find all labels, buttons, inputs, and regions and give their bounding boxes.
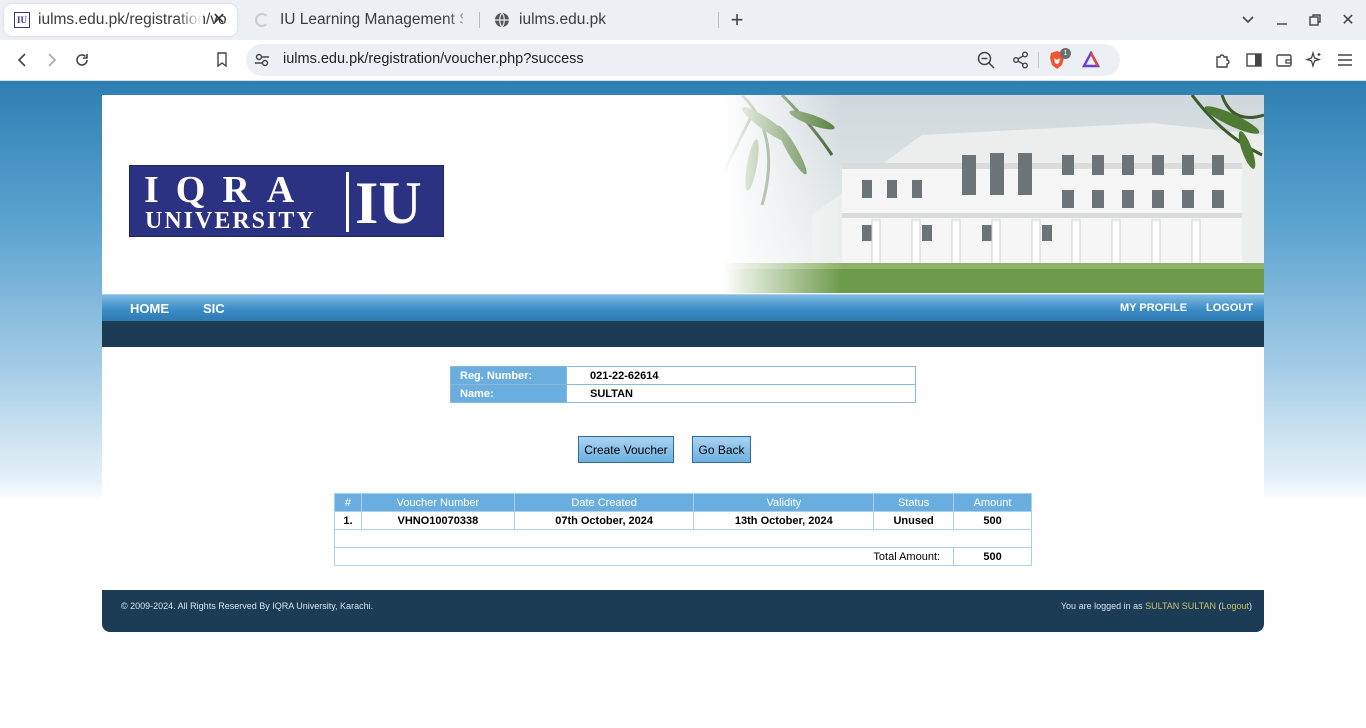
col-index: # — [334, 493, 362, 512]
extensions-icon[interactable] — [1214, 51, 1232, 69]
tab-fade — [447, 4, 473, 36]
nav-sic[interactable]: SIC — [203, 301, 225, 316]
iu-favicon-icon: IU — [14, 12, 30, 28]
logged-in-user-link[interactable]: SULTAN SULTAN — [1145, 601, 1216, 611]
back-icon[interactable] — [12, 50, 32, 70]
row-index: 1. — [334, 511, 362, 530]
close-window-icon[interactable]: ✕ — [1338, 10, 1358, 30]
row-status: Unused — [873, 511, 955, 530]
total-value: 500 — [953, 547, 1032, 566]
nav-my-profile[interactable]: MY PROFILE — [1120, 302, 1187, 314]
student-info-table: Reg. Number: 021-22-62614 Name: SULTAN — [450, 366, 916, 403]
footer-logout-link[interactable]: Logout — [1221, 601, 1249, 611]
spacer-row — [334, 529, 1032, 548]
col-voucher-number: Voucher Number — [360, 493, 515, 512]
col-validity: Validity — [693, 493, 875, 512]
row-validity: 13th October, 2024 — [693, 511, 875, 530]
tab-iulms[interactable]: iulms.edu.pk — [484, 4, 714, 36]
campus-building-image — [722, 95, 1264, 293]
bookmark-icon[interactable] — [212, 50, 232, 70]
nav-logout[interactable]: LOGOUT — [1206, 302, 1253, 314]
header-banner: IQRA UNIVERSITY IU — [102, 95, 1264, 293]
go-back-button[interactable]: Go Back — [692, 436, 751, 463]
tab-title: iulms.edu.pk — [519, 11, 607, 28]
reg-number-row: Reg. Number: 021-22-62614 — [450, 366, 916, 385]
site-settings-icon[interactable] — [254, 52, 270, 68]
tab-voucher[interactable]: IU iulms.edu.pk/registration/voucher.php… — [4, 4, 237, 36]
reg-number-value: 021-22-62614 — [566, 366, 916, 385]
forward-icon[interactable] — [42, 50, 62, 70]
tab-separator — [718, 12, 719, 28]
voucher-table: # Voucher Number Date Created Validity S… — [333, 493, 1032, 566]
menu-icon[interactable] — [1336, 51, 1354, 69]
logo-university-text: UNIVERSITY — [145, 208, 316, 234]
zoom-out-icon[interactable] — [977, 51, 995, 69]
login-status: You are logged in as SULTAN SULTAN (Logo… — [1061, 601, 1252, 611]
total-label: Total Amount: — [333, 547, 955, 566]
tab-search-chevron-icon[interactable] — [1238, 10, 1258, 30]
address-bar[interactable]: iulms.edu.pk/registration/voucher.php?su… — [246, 44, 1120, 76]
paren-close: ) — [1249, 601, 1252, 611]
table-row: 1. VHNO10070338 07th October, 2024 13th … — [334, 511, 1032, 530]
nav-home[interactable]: HOME — [130, 301, 169, 316]
loading-spinner-icon — [255, 13, 269, 27]
tab-lms[interactable]: IU Learning Management System — [245, 4, 473, 36]
name-row: Name: SULTAN — [450, 384, 916, 403]
page-background: IQRA UNIVERSITY IU HOME SIC MY PROFILE L… — [0, 81, 1366, 728]
main-container: IQRA UNIVERSITY IU HOME SIC MY PROFILE L… — [102, 95, 1264, 632]
wallet-icon[interactable] — [1275, 51, 1293, 69]
col-status: Status — [873, 493, 955, 512]
logo-iu-mark: IU — [346, 172, 438, 234]
create-voucher-button[interactable]: Create Voucher — [578, 436, 674, 463]
total-row: Total Amount: 500 — [333, 547, 1032, 566]
new-tab-button[interactable]: + — [726, 7, 748, 32]
col-date-created: Date Created — [513, 493, 695, 512]
name-value: SULTAN — [566, 384, 916, 403]
col-amount: Amount — [953, 493, 1032, 512]
spacer-cell — [334, 529, 1032, 548]
voucher-table-header: # Voucher Number Date Created Validity S… — [334, 493, 1032, 512]
row-voucher-number[interactable]: VHNO10070338 — [360, 511, 515, 530]
brave-rewards-icon[interactable] — [1082, 51, 1100, 69]
logged-in-prefix: You are logged in as — [1060, 601, 1146, 611]
minimize-icon[interactable] — [1272, 10, 1292, 30]
iqra-university-logo[interactable]: IQRA UNIVERSITY IU — [129, 165, 444, 237]
page-footer: © 2009-2024. All Rights Reserved By IQRA… — [102, 590, 1264, 632]
sidebar-icon[interactable] — [1245, 51, 1263, 69]
row-date-created: 07th October, 2024 — [513, 511, 695, 530]
tab-separator — [479, 12, 480, 28]
omnibox-divider — [1038, 52, 1039, 68]
leo-ai-icon[interactable] — [1305, 51, 1323, 69]
reload-icon[interactable] — [72, 50, 92, 70]
logo-iqra-text: IQRA — [144, 169, 312, 211]
shields-badge: 1 — [1060, 48, 1071, 59]
close-tab-icon[interactable]: ✕ — [209, 10, 229, 30]
tab-fade — [177, 4, 203, 36]
tab-strip: IU iulms.edu.pk/registration/voucher.php… — [0, 0, 1366, 40]
browser-toolbar: iulms.edu.pk/registration/voucher.php?su… — [0, 40, 1366, 81]
share-icon[interactable] — [1012, 51, 1030, 69]
url-text[interactable]: iulms.edu.pk/registration/voucher.php?su… — [283, 51, 584, 67]
tab-title: IU Learning Management System — [280, 11, 463, 28]
globe-icon — [495, 12, 509, 28]
main-nav: HOME SIC MY PROFILE LOGOUT — [102, 294, 1264, 321]
restore-icon[interactable] — [1305, 10, 1325, 30]
sub-nav-band — [102, 321, 1264, 347]
copyright-text: © 2009-2024. All Rights Reserved By IQRA… — [121, 601, 374, 611]
row-amount: 500 — [953, 511, 1032, 530]
reg-number-label: Reg. Number: — [450, 366, 567, 385]
name-label: Name: — [450, 384, 567, 403]
